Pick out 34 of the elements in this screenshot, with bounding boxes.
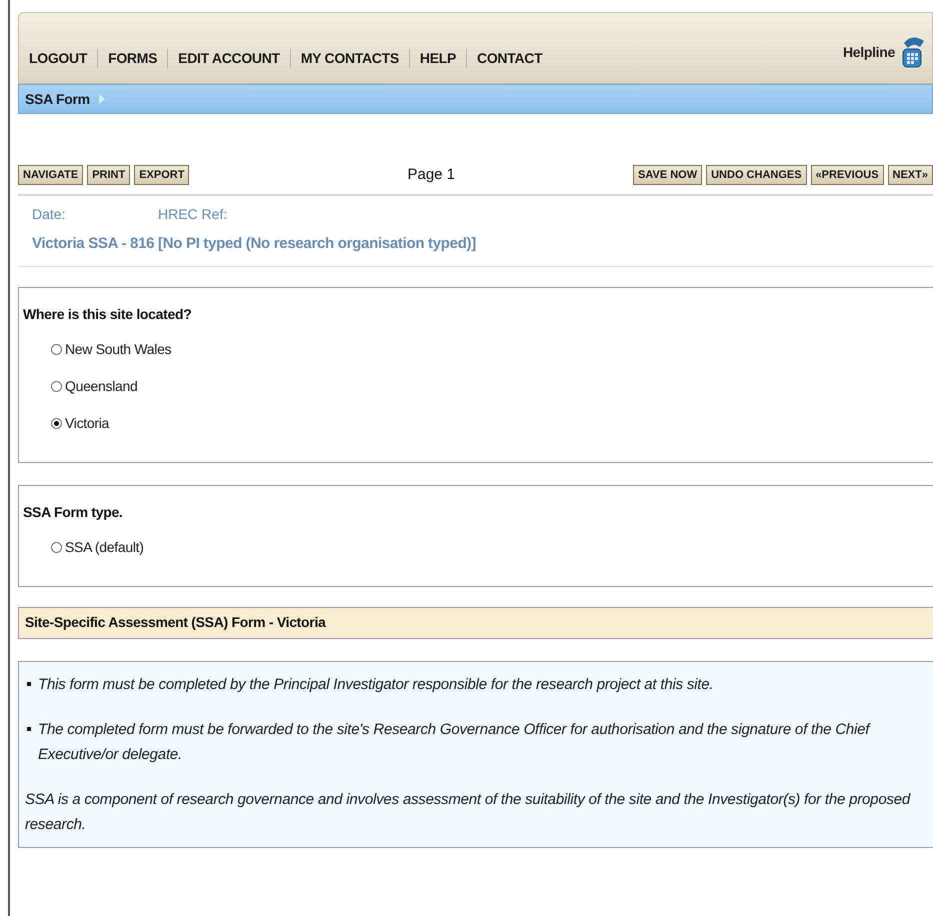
form-title: Victoria SSA - 816 [No PI typed (No research organisation typed)] (32, 234, 477, 254)
option-label: SSA (default) (65, 538, 144, 557)
toolbar-button[interactable]: NEXT» (888, 165, 933, 185)
info-paragraph: This form must be completed by the Principal Investigator responsible for the research project at this site. (38, 674, 714, 694)
date-label: Date: (32, 205, 66, 224)
toolbar-button[interactable]: PRINT (87, 165, 130, 185)
question-label: Where is this site located? (23, 304, 192, 324)
question-label: SSA Form type. (23, 502, 124, 522)
radio-button[interactable] (51, 418, 62, 428)
toolbar-button[interactable]: «PREVIOUS (810, 165, 884, 185)
toolbar-button[interactable]: NAVIGATE (18, 165, 84, 185)
page-label: Page 1 (406, 164, 456, 185)
nav-link[interactable]: FORMS (108, 48, 158, 69)
helpline-label[interactable]: Helpline (842, 42, 895, 62)
toolbar-button[interactable]: EXPORT (134, 165, 190, 185)
section-title: Site-Specific Assessment (SSA) Form - Victoria (25, 613, 326, 632)
nav-link[interactable]: CONTACT (477, 48, 542, 69)
toolbar-button[interactable]: SAVE NOW (633, 165, 702, 185)
option-label: Queensland (65, 376, 138, 396)
info-paragraph: The completed form must be forwarded to the site's Research Governance Officer for authorisation and the signature of the Chief Executive/or delegate. (38, 720, 872, 764)
hrec-ref-label: HREC Ref: (158, 205, 228, 224)
radio-button[interactable] (51, 542, 62, 552)
radio-button[interactable] (51, 344, 62, 354)
nav-link[interactable]: MY CONTACTS (300, 48, 399, 69)
radio-button[interactable] (51, 380, 62, 392)
nav-link[interactable]: LOGOUT (29, 48, 88, 69)
nav-link[interactable]: EDIT ACCOUNT (178, 48, 280, 69)
breadcrumb-label[interactable]: SSA Form (25, 88, 90, 110)
option-label: New South Wales (65, 340, 172, 358)
toolbar-button[interactable]: UNDO CHANGES (706, 165, 807, 185)
nav-link[interactable]: HELP (420, 48, 456, 69)
option-label: Victoria (65, 414, 110, 432)
arrow-icon (98, 93, 106, 105)
info-paragraph: SSA is a component of research governance and involves assessment of the suitability of the site and the Investigator(s) for the proposed research. (25, 790, 912, 834)
